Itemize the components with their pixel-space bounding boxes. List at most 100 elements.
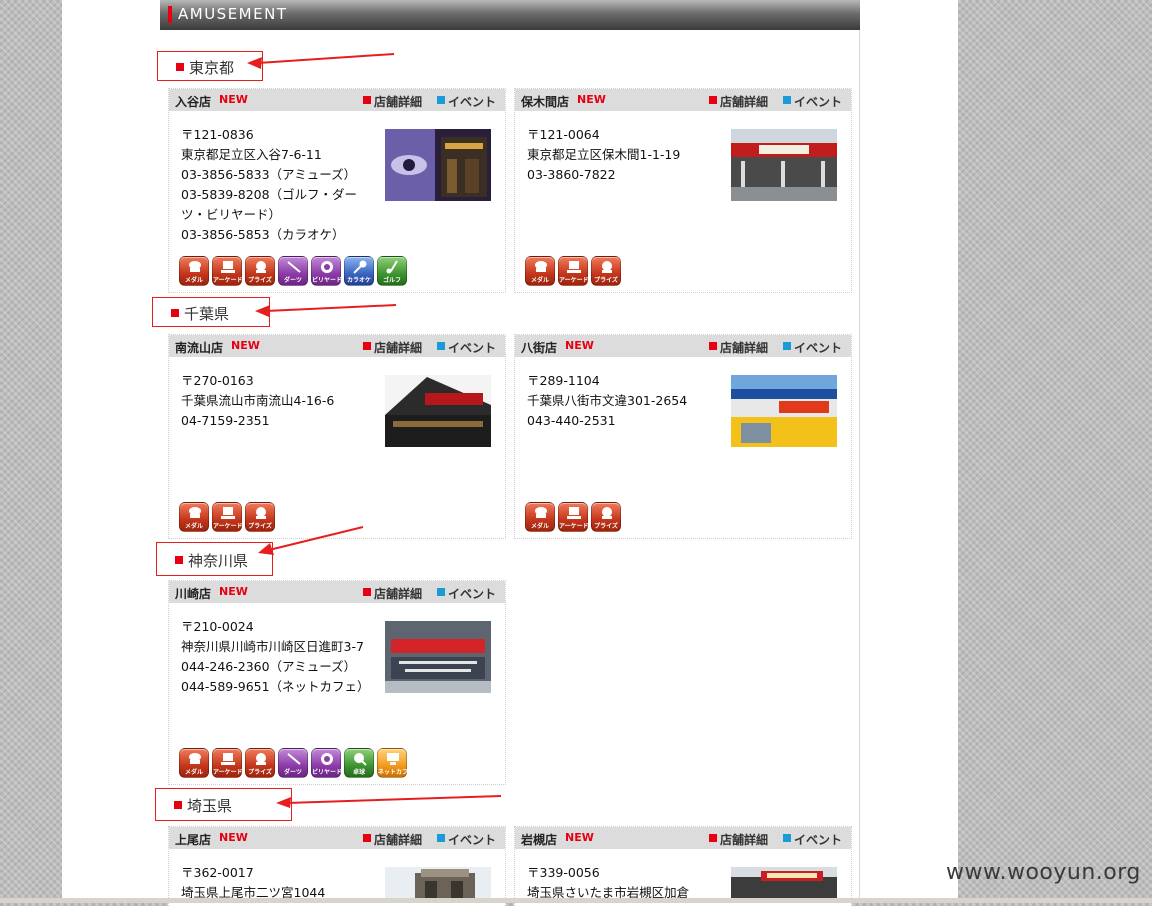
region-tokyo: 東京都 <box>157 51 263 81</box>
medal-icon: メダル <box>179 256 209 286</box>
region-label: 東京都 <box>189 59 235 77</box>
store-photo-image <box>731 129 837 201</box>
store-address: 〒210-0024 神奈川県川崎市川崎区日進町3-7 044-246-2360（… <box>181 617 381 697</box>
event-link[interactable]: イベント <box>437 339 496 356</box>
billiards-icon: ビリヤード <box>311 256 342 286</box>
store-card-minaminagareyama: 南流山店 NEW 店舗詳細 イベント 〒270-0163 千葉県流山市南流山4-… <box>168 334 506 539</box>
phone-line: 03-5839-8208（ゴルフ・ダーツ・ビリヤード） <box>181 187 358 222</box>
event-link[interactable]: イベント <box>783 831 842 848</box>
store-photo[interactable] <box>385 375 491 447</box>
region-chiba: 千葉県 <box>152 297 270 327</box>
event-link[interactable]: イベント <box>783 93 842 110</box>
section-header: AMUSEMENT <box>160 0 860 30</box>
new-badge: NEW <box>219 831 248 844</box>
region-label: 千葉県 <box>184 305 230 323</box>
phone-line: 03-3856-5833（アミューズ） <box>181 167 357 182</box>
phone-line: 044-589-9651（ネットカフェ） <box>181 679 370 694</box>
store-card-header: 八街店 NEW 店舗詳細 イベント <box>515 335 851 357</box>
store-photo-image <box>385 129 491 201</box>
postal-code: 〒362-0017 <box>181 865 254 880</box>
region-bullet <box>171 309 179 317</box>
postal-code: 〒339-0056 <box>527 865 600 880</box>
net-cafe-icon: ネットカフェ <box>377 748 414 778</box>
store-card-header: 入谷店 NEW 店舗詳細 イベント <box>169 89 505 111</box>
medal-icon: メダル <box>525 502 555 532</box>
store-detail-link[interactable]: 店舗詳細 <box>709 93 768 110</box>
arcade-icon: アーケード <box>558 256 589 286</box>
new-badge: NEW <box>219 585 248 598</box>
bottom-edge <box>0 898 1152 903</box>
address-line: 千葉県流山市南流山4-16-6 <box>181 393 335 408</box>
region-saitama: 埼玉県 <box>155 788 292 821</box>
store-photo[interactable] <box>731 867 837 901</box>
event-link[interactable]: イベント <box>783 339 842 356</box>
region-label: 神奈川県 <box>188 552 249 570</box>
phone-line: 04-7159-2351 <box>181 413 270 428</box>
store-photo-image <box>385 621 491 693</box>
arcade-icon: アーケード <box>558 502 589 532</box>
store-name: 入谷店 <box>175 95 212 109</box>
store-card-header: 岩槻店 NEW 店舗詳細 イベント <box>515 827 851 849</box>
store-photo[interactable] <box>385 867 491 901</box>
medal-icon: メダル <box>179 748 209 778</box>
store-address: 〒289-1104 千葉県八街市文違301-2654 043-440-2531 <box>527 371 727 431</box>
store-detail-link[interactable]: 店舗詳細 <box>363 93 422 110</box>
event-link[interactable]: イベント <box>437 831 496 848</box>
phone-line: 03-3860-7822 <box>527 167 616 182</box>
event-link[interactable]: イベント <box>437 585 496 602</box>
store-photo-image <box>385 867 491 901</box>
address-line: 東京都足立区保木間1-1-19 <box>527 147 681 162</box>
store-detail-link[interactable]: 店舗詳細 <box>709 339 768 356</box>
prize-icon: プライズ <box>245 502 275 532</box>
region-kanagawa: 神奈川県 <box>156 542 273 576</box>
phone-line: 043-440-2531 <box>527 413 616 428</box>
arcade-icon: アーケード <box>212 256 243 286</box>
store-photo[interactable] <box>731 129 837 201</box>
store-address: 〒339-0056 埼玉県さいたま市岩槻区加倉 <box>527 863 727 903</box>
postal-code: 〒121-0836 <box>181 127 254 142</box>
store-name: 川崎店 <box>175 587 212 601</box>
region-bullet <box>174 801 182 809</box>
prize-icon: プライズ <box>591 502 621 532</box>
section-title: AMUSEMENT <box>178 5 288 23</box>
phone-line: 044-246-2360（アミューズ） <box>181 659 357 674</box>
table-tennis-icon: 卓球 <box>344 748 374 778</box>
store-photo-image <box>385 375 491 447</box>
address-line: 千葉県八街市文違301-2654 <box>527 393 688 408</box>
store-photo[interactable] <box>731 375 837 447</box>
store-name: 岩槻店 <box>521 833 558 847</box>
new-badge: NEW <box>565 339 594 352</box>
darts-icon: ダーツ <box>278 256 308 286</box>
store-photo[interactable] <box>385 621 491 693</box>
store-name: 上尾店 <box>175 833 212 847</box>
region-bullet <box>176 63 184 71</box>
store-card-ageo: 上尾店 NEW 店舗詳細 イベント 〒362-0017 埼玉県上尾市二ツ宮104… <box>168 826 506 906</box>
store-detail-link[interactable]: 店舗詳細 <box>363 831 422 848</box>
prize-icon: プライズ <box>245 256 275 286</box>
arcade-icon: アーケード <box>212 748 243 778</box>
watermark-text: www.wooyun.org <box>946 860 1141 885</box>
store-card-kawasaki: 川崎店 NEW 店舗詳細 イベント 〒210-0024 神奈川県川崎市川崎区日進… <box>168 580 506 785</box>
store-address: 〒362-0017 埼玉県上尾市二ツ宮1044 <box>181 863 381 903</box>
store-photo[interactable] <box>385 129 491 201</box>
region-bullet <box>175 556 183 564</box>
postal-code: 〒289-1104 <box>527 373 600 388</box>
prize-icon: プライズ <box>245 748 275 778</box>
store-detail-link[interactable]: 店舗詳細 <box>363 339 422 356</box>
new-badge: NEW <box>231 339 260 352</box>
postal-code: 〒270-0163 <box>181 373 254 388</box>
store-photo-image <box>731 867 837 901</box>
golf-icon: ゴルフ <box>377 256 407 286</box>
postal-code: 〒210-0024 <box>181 619 254 634</box>
arcade-icon: アーケード <box>212 502 243 532</box>
store-name: 保木間店 <box>521 95 570 109</box>
store-detail-link[interactable]: 店舗詳細 <box>363 585 422 602</box>
karaoke-icon: カラオケ <box>344 256 374 286</box>
header-accent <box>168 6 172 23</box>
event-link[interactable]: イベント <box>437 93 496 110</box>
medal-icon: メダル <box>525 256 555 286</box>
address-line: 東京都足立区入谷7-6-11 <box>181 147 322 162</box>
store-detail-link[interactable]: 店舗詳細 <box>709 831 768 848</box>
store-card-yachimata: 八街店 NEW 店舗詳細 イベント 〒289-1104 千葉県八街市文違301-… <box>514 334 852 539</box>
prize-icon: プライズ <box>591 256 621 286</box>
